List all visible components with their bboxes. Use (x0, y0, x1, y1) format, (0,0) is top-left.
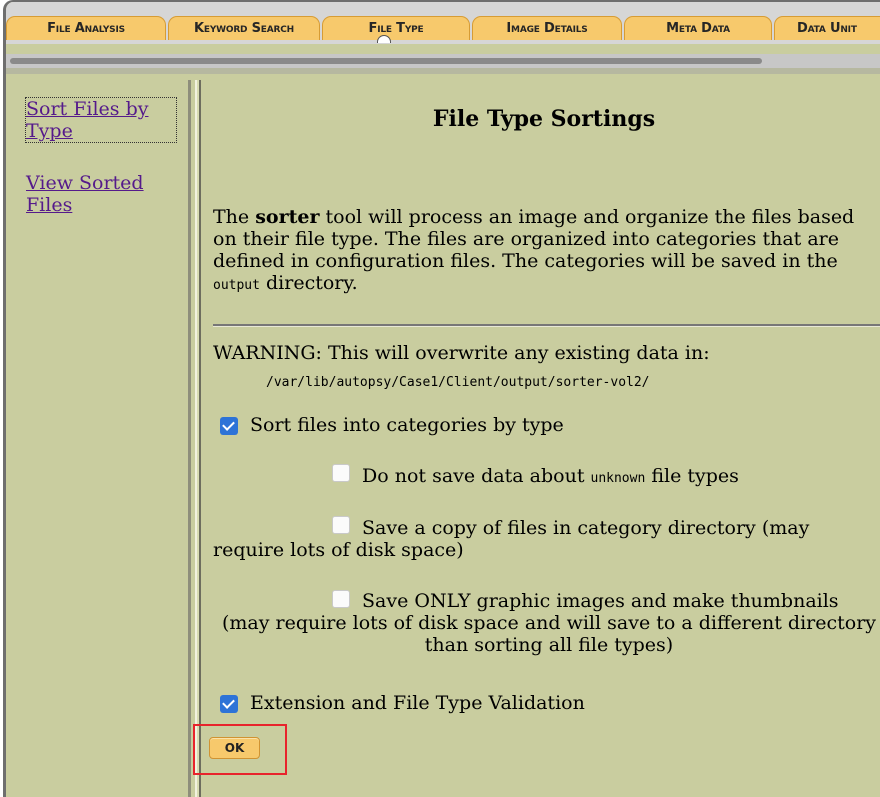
warning-text: WARNING: This will overwrite any existin… (213, 342, 710, 364)
page-title: File Type Sortings (432, 106, 656, 132)
scrollbar-thumb[interactable] (10, 58, 762, 64)
sort-by-type-label: Sort files into categories by type (250, 414, 564, 436)
nav-link-sort-files-by-type[interactable]: Sort Files by Type (25, 97, 177, 143)
sorter-keyword: sorter (255, 206, 320, 228)
active-tab-indicator-icon (377, 35, 391, 43)
tab-image-details[interactable]: Image Details (472, 16, 622, 40)
tab-file-analysis[interactable]: File Analysis (6, 16, 166, 40)
tab-meta-data[interactable]: Meta Data (624, 16, 772, 40)
extension-validation-label: Extension and File Type Validation (250, 692, 585, 714)
horizontal-rule (213, 324, 880, 327)
tab-data-unit[interactable]: Data Unit (774, 16, 880, 40)
no-unknown-checkbox[interactable] (332, 464, 350, 482)
extension-validation-checkbox[interactable] (220, 695, 238, 713)
main-content: File Type Sortings The sorter tool will … (210, 80, 880, 797)
sort-by-type-checkbox[interactable] (220, 417, 238, 435)
tab-bar: File Analysis Keyword Search File Type I… (6, 2, 880, 44)
frame-divider[interactable] (195, 80, 201, 797)
divider (6, 68, 880, 74)
browser-frame: File Analysis Keyword Search File Type I… (3, 0, 880, 797)
save-copy-label: Save a copy of files in category directo… (213, 517, 810, 561)
tab-file-type[interactable]: File Type (322, 16, 470, 40)
tab-keyword-search[interactable]: Keyword Search (168, 16, 320, 40)
nav-link-view-sorted-files[interactable]: View Sorted Files (26, 172, 176, 216)
left-nav-frame: Sort Files by Type View Sorted Files (6, 80, 191, 797)
warning-path: /var/lib/autopsy/Case1/Client/output/sor… (266, 375, 650, 390)
graphics-only-label: Save ONLY graphic images and make thumbn… (221, 590, 877, 656)
ok-button[interactable]: OK (209, 737, 260, 759)
intro-text: The sorter tool will process an image an… (213, 206, 855, 294)
output-code: output (213, 278, 260, 293)
no-unknown-label: Do not save data about unknown file type… (362, 465, 739, 487)
